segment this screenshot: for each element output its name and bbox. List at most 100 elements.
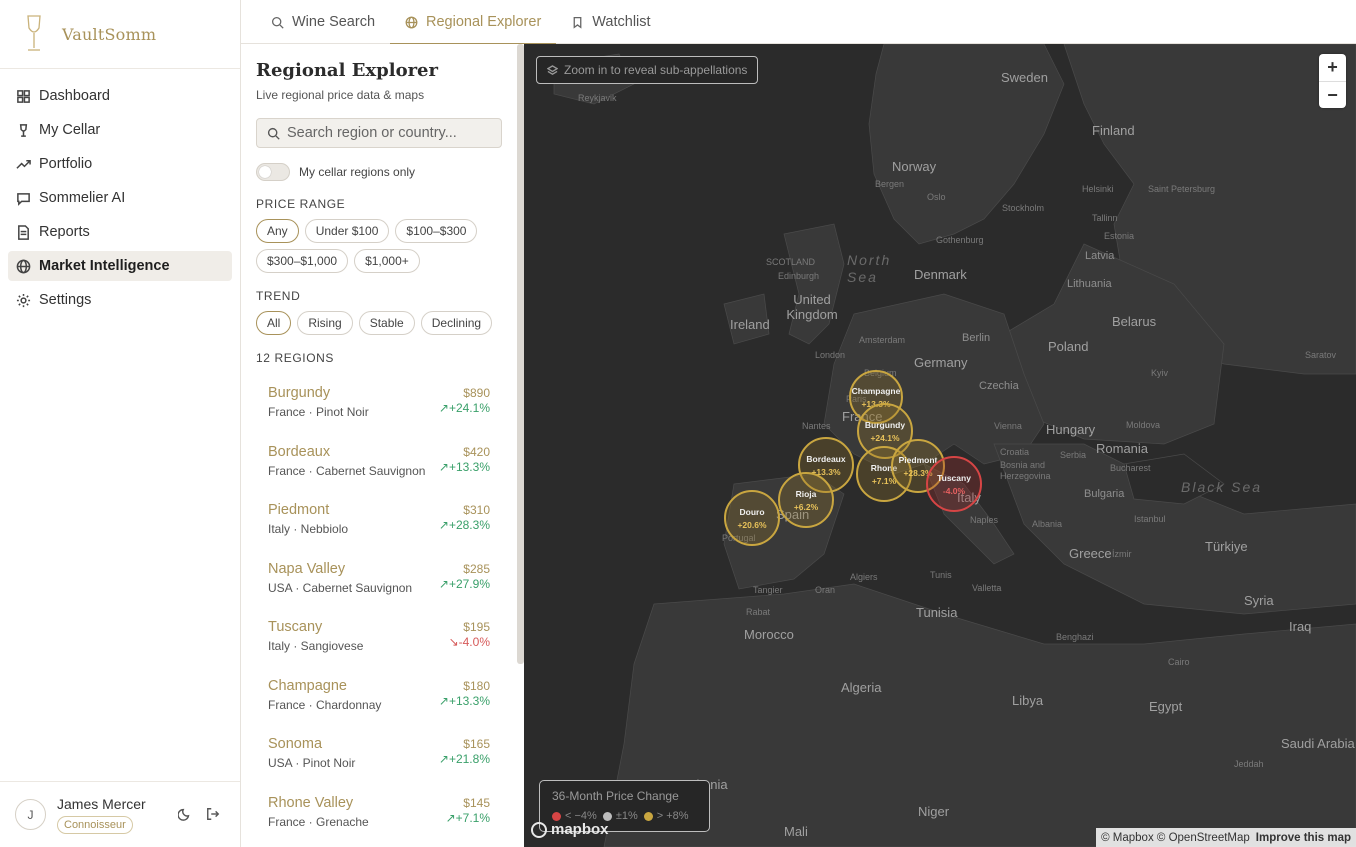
attribution-mapbox[interactable]: © Mapbox: [1101, 832, 1154, 844]
panel-title: Regional Explorer: [256, 60, 438, 81]
tab-label: Regional Explorer: [426, 14, 542, 30]
app-name: VaultSomm: [62, 24, 157, 44]
price-chip-under-100[interactable]: Under $100: [304, 219, 390, 243]
price-chip-1000-plus[interactable]: $1,000+: [354, 249, 420, 273]
nav-item-market-intelligence[interactable]: Market Intelligence: [8, 251, 232, 281]
legend-label: > +8%: [656, 810, 689, 822]
region-price: $420: [463, 444, 490, 459]
map-label: Albania: [1032, 519, 1063, 529]
nav-label: Market Intelligence: [39, 258, 170, 274]
legend-dot: [602, 811, 612, 821]
tab-regional-explorer[interactable]: Regional Explorer: [390, 0, 557, 45]
logout-icon[interactable]: [206, 807, 220, 821]
map-label: Saint Petersburg: [1148, 184, 1216, 194]
map-marker-tuscany[interactable]: Tuscany -4.0%: [926, 456, 982, 512]
zoom-out-button[interactable]: −: [1319, 81, 1346, 108]
region-price: $165: [463, 737, 490, 751]
main-nav: Dashboard My Cellar Portfolio Sommelier …: [0, 69, 240, 315]
price-chip-any[interactable]: Any: [256, 219, 299, 243]
nav-item-sommelier-ai[interactable]: Sommelier AI: [8, 183, 232, 213]
map-label: Finland: [1092, 123, 1135, 138]
map-label: Latvia: [1085, 250, 1115, 262]
marker-name: Rioja: [795, 488, 817, 499]
map-label: Libya: [1012, 693, 1044, 708]
region-change-value: -4.0%: [458, 635, 490, 649]
improve-map-link[interactable]: Improve this map: [1256, 832, 1351, 844]
mapbox-logo-icon: [531, 821, 547, 838]
region-change: ↘-4.0%: [449, 635, 490, 649]
list-item-region[interactable]: Piedmont Italy · Nebbiolo $310 ↗+28.3%: [256, 493, 502, 552]
price-chip-100-300[interactable]: $100–$300: [395, 219, 478, 243]
map-label: Belarus: [1112, 314, 1157, 329]
moon-icon[interactable]: [178, 807, 192, 821]
region-price: $285: [463, 561, 490, 576]
region-change: ↗+24.1%: [439, 401, 490, 415]
nav-item-portfolio[interactable]: Portfolio: [8, 149, 232, 179]
price-chips-row-2: $300–$1,000 $1,000+: [256, 249, 420, 273]
document-icon: [16, 224, 31, 240]
avatar[interactable]: J: [15, 799, 46, 830]
map-label: Oslo: [927, 192, 946, 202]
attribution-osm[interactable]: © OpenStreetMap: [1157, 832, 1250, 844]
trend-chip-declining[interactable]: Declining: [420, 311, 493, 335]
map-marker-rioja[interactable]: Rioja +6.2%: [778, 472, 834, 528]
map-label: Poland: [1048, 339, 1089, 354]
region-change: ↗+27.9%: [439, 577, 490, 591]
user-actions: [178, 807, 220, 821]
mapbox-logo[interactable]: mapbox: [531, 821, 609, 838]
region-price: $195: [463, 620, 490, 634]
trend-up-icon: ↗: [438, 752, 449, 766]
top-tabs: Wine Search Regional Explorer Watchlist: [241, 0, 1356, 45]
list-item-region[interactable]: Champagne France · Chardonnay $180 ↗+13.…: [256, 669, 502, 728]
map-label: Lithuania: [1067, 278, 1112, 290]
cellar-regions-toggle[interactable]: [256, 163, 290, 181]
tab-label: Wine Search: [292, 14, 376, 30]
trend-up-icon: ↗: [438, 518, 449, 532]
map-label: Czechia: [979, 380, 1019, 392]
list-item-region[interactable]: Burgundy France · Pinot Noir $890 ↗+24.1…: [256, 376, 502, 435]
nav-item-settings[interactable]: Settings: [8, 285, 232, 315]
logo[interactable]: VaultSomm: [0, 0, 240, 69]
trend-up-icon: ↗: [445, 810, 456, 825]
marker-name: Burgundy: [864, 419, 906, 430]
map-label: Istanbul: [1134, 514, 1166, 524]
trend-chip-all[interactable]: All: [256, 311, 292, 335]
map-label: Oran: [815, 585, 836, 595]
panel-scrollbar[interactable]: [517, 44, 524, 664]
gear-icon: [16, 293, 31, 308]
map-label: Sweden: [1001, 70, 1048, 85]
list-item-region[interactable]: Bordeaux France · Cabernet Sauvignon $42…: [256, 435, 502, 494]
trend-up-icon: ↗: [438, 693, 449, 708]
list-item-region[interactable]: Napa Valley USA · Cabernet Sauvignon $28…: [256, 552, 502, 611]
nav-item-dashboard[interactable]: Dashboard: [8, 81, 232, 111]
nav-item-reports[interactable]: Reports: [8, 217, 232, 247]
nav-label: Sommelier AI: [39, 190, 126, 206]
region-search-input[interactable]: [287, 125, 487, 141]
map-marker-douro[interactable]: Douro +20.6%: [724, 490, 780, 546]
tab-watchlist[interactable]: Watchlist: [556, 0, 665, 44]
trend-chip-stable[interactable]: Stable: [358, 311, 415, 335]
region-change-value: +28.3%: [448, 518, 490, 532]
region-map[interactable]: Sweden Finland Norway Reykjavik Helsinki…: [524, 44, 1356, 847]
map-attribution: © Mapbox © OpenStreetMap Improve this ma…: [1096, 828, 1356, 847]
map-label: Germany: [914, 355, 968, 370]
list-item-region[interactable]: Rhone Valley France · Grenache $145 ↗+7.…: [256, 786, 502, 845]
map-label: Morocco: [744, 627, 794, 642]
tab-wine-search[interactable]: Wine Search: [256, 0, 390, 44]
zoom-in-button[interactable]: +: [1319, 54, 1346, 81]
map-label: Estonia: [1104, 231, 1135, 241]
region-price: $310: [463, 503, 490, 517]
trend-chip-rising[interactable]: Rising: [297, 311, 353, 335]
nav-item-my-cellar[interactable]: My Cellar: [8, 115, 232, 145]
region-change: ↗+7.1%: [446, 811, 490, 825]
nav-label: My Cellar: [39, 122, 101, 138]
map-label: Gothenburg: [936, 235, 984, 245]
list-item-region[interactable]: Tuscany Italy · Sangiovese $195 ↘-4.0%: [256, 610, 502, 669]
price-chip-300-1000[interactable]: $300–$1,000: [256, 249, 349, 273]
list-item-region[interactable]: Sonoma USA · Pinot Noir $165 ↗+21.8%: [256, 727, 502, 786]
map-label: Croatia: [1000, 447, 1030, 457]
trend-up-icon: ↗: [438, 459, 449, 474]
price-chips-row-1: Any Under $100 $100–$300: [256, 219, 478, 243]
legend-title: 36-Month Price Change: [552, 789, 679, 803]
map-label: Berlin: [962, 332, 991, 344]
